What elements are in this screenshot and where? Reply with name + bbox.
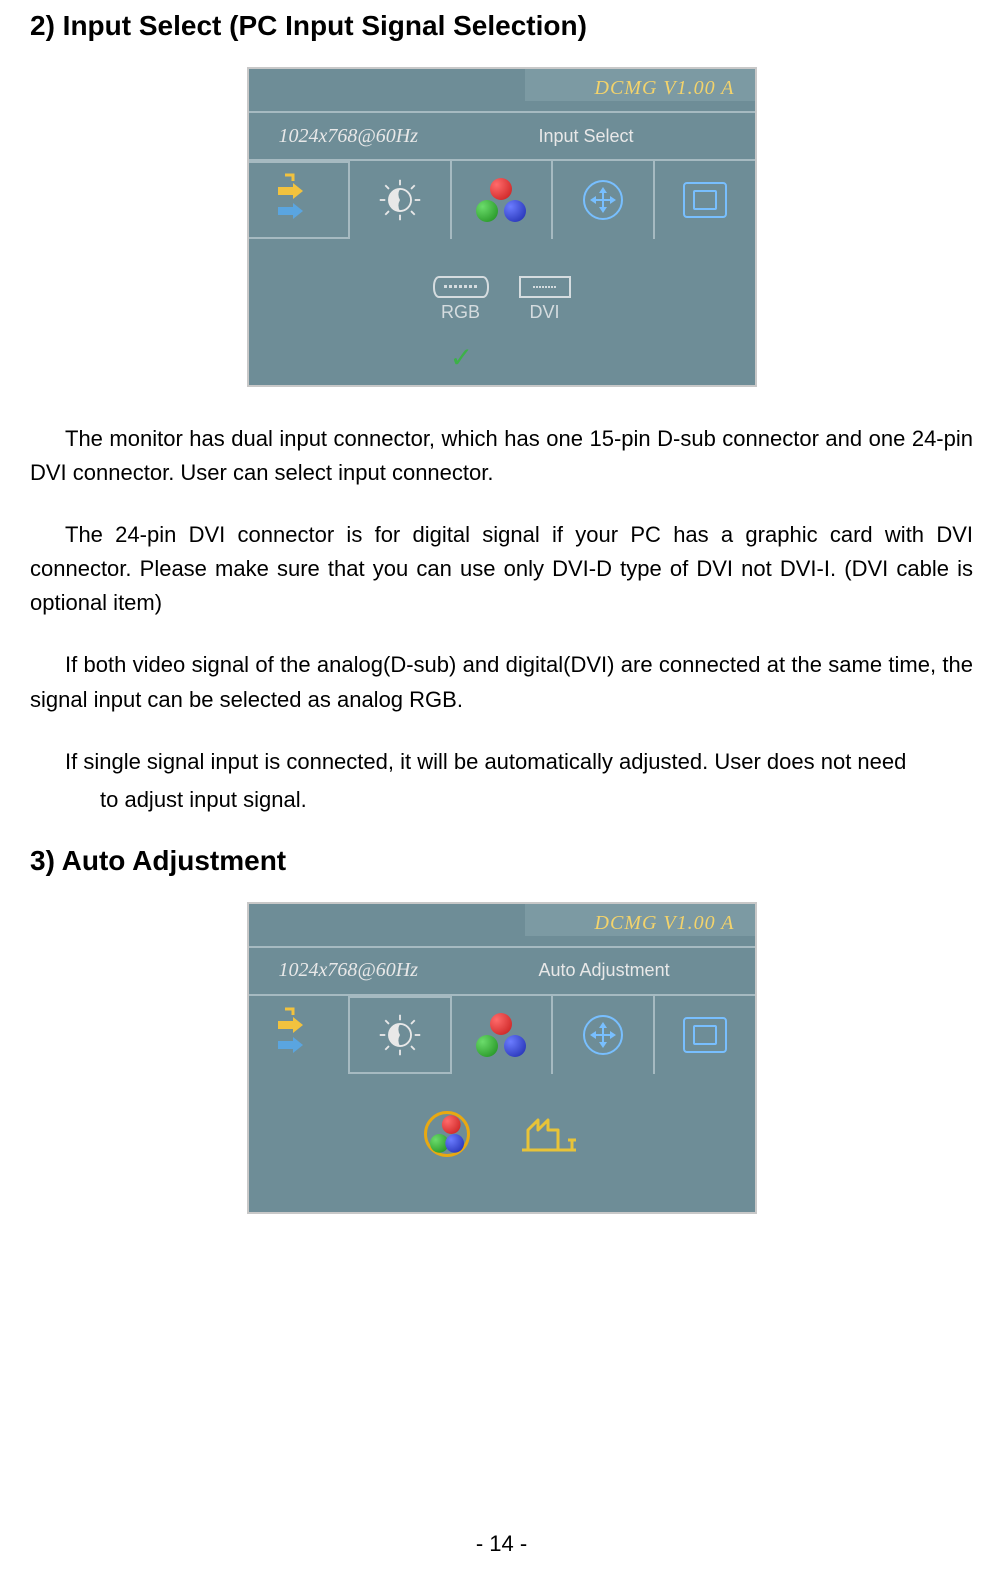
osd-main-icons-2	[249, 996, 755, 1074]
rgb-label: RGB	[433, 302, 489, 323]
paragraph-3: If both video signal of the analog(D-sub…	[30, 648, 973, 716]
osd-resolution: 1024x768@60Hz	[279, 125, 539, 148]
dvi-label: DVI	[519, 302, 571, 323]
settings-icon	[655, 161, 755, 239]
osd-main-icons	[249, 161, 755, 239]
settings-icon-2	[655, 996, 755, 1074]
paragraph-4a: If single signal input is connected, it …	[30, 745, 973, 779]
brightness-icon	[350, 161, 452, 239]
input-select-icon	[249, 161, 351, 239]
color-icon	[452, 161, 554, 239]
brightness-icon-2	[350, 996, 452, 1074]
factory-reset-icon	[520, 1110, 580, 1157]
section-2-heading: 2) Input Select (PC Input Signal Selecti…	[30, 10, 973, 42]
dvi-option: DVI	[519, 276, 571, 323]
check-icon: ✓	[169, 341, 755, 371]
osd-screenshot-2: DCMG V1.00 A 1024x768@60Hz Auto Adjustme…	[30, 902, 973, 1214]
osd-screenshot-1: DCMG V1.00 A 1024x768@60Hz Input Select	[30, 67, 973, 387]
input-select-icon-2	[249, 996, 351, 1074]
position-icon	[553, 161, 655, 239]
paragraph-4b: to adjust input signal.	[30, 783, 973, 817]
osd-version: DCMG V1.00 A	[595, 77, 735, 100]
osd-menu-title-2: Auto Adjustment	[539, 960, 670, 981]
page-number: - 14 -	[0, 1531, 1003, 1557]
auto-color-icon	[424, 1111, 470, 1157]
osd-menu-title: Input Select	[539, 126, 634, 147]
osd-resolution-2: 1024x768@60Hz	[279, 959, 539, 982]
paragraph-2: The 24-pin DVI connector is for digital …	[30, 518, 973, 620]
section-3-heading: 3) Auto Adjustment	[30, 845, 973, 877]
color-icon-2	[452, 996, 554, 1074]
paragraph-1: The monitor has dual input connector, wh…	[30, 422, 973, 490]
osd-version-2: DCMG V1.00 A	[595, 912, 735, 935]
position-icon-2	[553, 996, 655, 1074]
rgb-option: RGB	[433, 276, 489, 323]
